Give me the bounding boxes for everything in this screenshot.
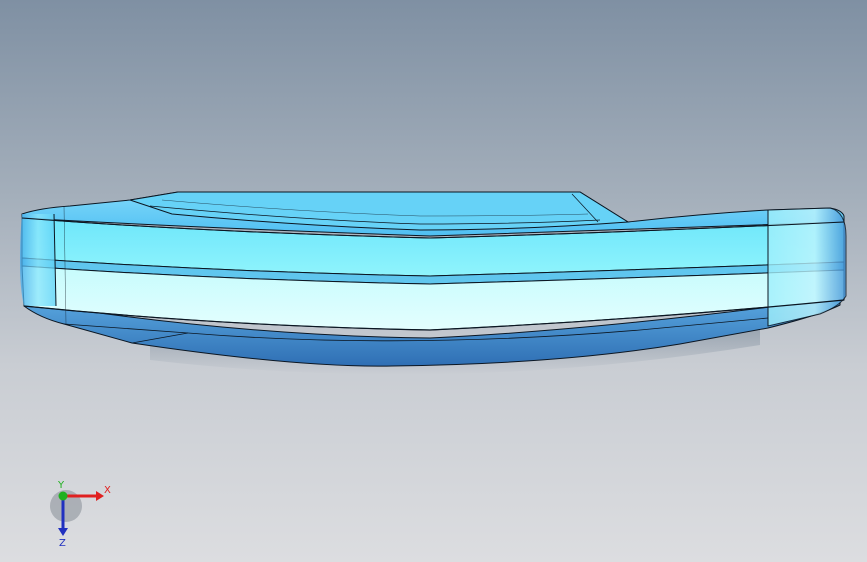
y-axis-dot xyxy=(58,491,68,501)
3d-model[interactable] xyxy=(0,0,867,562)
z-axis-arrowhead xyxy=(58,528,68,536)
y-axis-label: Y xyxy=(57,480,65,491)
right-end-cap xyxy=(767,207,847,327)
z-axis-label: Z xyxy=(59,538,66,549)
coordinate-triad: X Y Z xyxy=(50,480,111,549)
x-axis-label: X xyxy=(104,485,111,496)
graphics-viewport[interactable]: X Y Z xyxy=(0,0,867,562)
left-end-cap xyxy=(20,214,56,306)
x-axis-arrowhead xyxy=(96,491,104,501)
